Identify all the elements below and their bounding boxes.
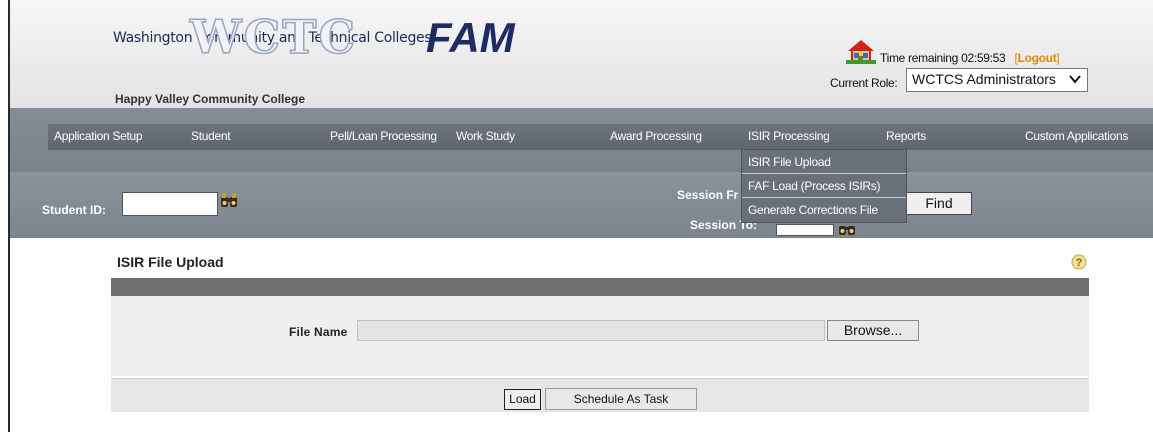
- menu-item-generate-corrections-file[interactable]: Generate Corrections File: [742, 198, 906, 222]
- nav-award-processing[interactable]: Award Processing: [610, 129, 702, 143]
- page-title: ISIR File Upload: [117, 254, 224, 270]
- chevron-down-icon: [1068, 72, 1082, 89]
- nav-custom-applications[interactable]: Custom Applications: [1025, 129, 1128, 143]
- nav-reports[interactable]: Reports: [886, 129, 926, 143]
- student-id-label: Student ID:: [42, 203, 106, 217]
- svg-text:?: ?: [1076, 257, 1083, 269]
- bracket-close: ]: [1056, 51, 1060, 65]
- role-label: Current Role:: [830, 76, 898, 90]
- role-select[interactable]: WCTCS Administrators: [906, 68, 1088, 92]
- app-frame: Washington Community and Technical Colle…: [0, 0, 1153, 432]
- time-remaining-text: Time remaining 02:59:53: [880, 51, 1006, 65]
- college-name: Happy Valley Community College: [115, 92, 306, 106]
- session-from-label: Session Fr: [677, 188, 739, 202]
- browse-button[interactable]: Browse...: [827, 320, 919, 341]
- home-icon[interactable]: [846, 38, 876, 64]
- binoculars-icon[interactable]: [220, 192, 238, 208]
- nav-student[interactable]: Student: [191, 129, 231, 143]
- wctc-logo: WCTC: [189, 10, 358, 64]
- file-name-input[interactable]: [357, 320, 825, 341]
- binoculars-icon[interactable]: [838, 222, 856, 236]
- file-name-label: File Name: [289, 325, 348, 339]
- nav-isir-processing[interactable]: ISIR Processing: [748, 129, 830, 143]
- nav-work-study[interactable]: Work Study: [456, 129, 515, 143]
- help-icon[interactable]: ?: [1071, 254, 1087, 270]
- menu-item-isir-file-upload[interactable]: ISIR File Upload: [742, 150, 906, 174]
- student-id-input[interactable]: [122, 192, 218, 216]
- role-select-value: WCTCS Administrators: [912, 71, 1056, 87]
- time-remaining: Time remaining 02:59:53 [Logout]: [880, 51, 1060, 65]
- nav-application-setup[interactable]: Application Setup: [54, 129, 143, 143]
- nav-band: [10, 108, 1153, 172]
- find-button[interactable]: Find: [906, 192, 972, 215]
- nav-pell-loan-processing[interactable]: Pell/Loan Processing: [330, 129, 437, 143]
- load-button[interactable]: Load: [504, 389, 541, 410]
- fam-logo: FAM: [426, 14, 515, 61]
- logout-link[interactable]: Logout: [1018, 51, 1057, 65]
- session-to-input[interactable]: [776, 224, 834, 236]
- schedule-as-task-button[interactable]: Schedule As Task: [545, 388, 697, 410]
- isir-processing-dropdown: ISIR File Upload FAF Load (Process ISIRs…: [741, 149, 907, 223]
- menu-item-faf-load[interactable]: FAF Load (Process ISIRs): [742, 174, 906, 198]
- panel-header: [111, 278, 1089, 296]
